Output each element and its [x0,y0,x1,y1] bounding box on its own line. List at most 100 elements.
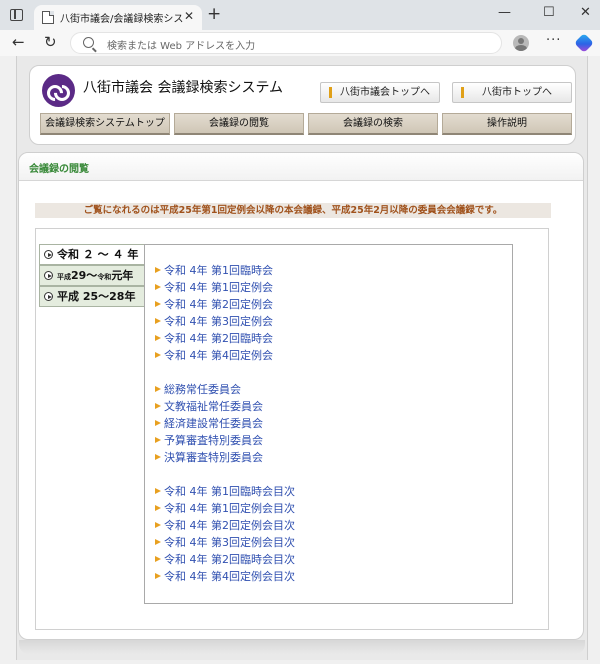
arrow-icon [155,522,161,528]
tab-title: 八街市議会/会議録検索システム [60,14,184,25]
year-tab-era: 平成 [57,273,71,281]
index-list: 令和 4年 第1回臨時会目次 令和 4年 第1回定例会目次 令和 4年 第2回定… [155,483,295,585]
index-link-label: 令和 4年 第1回定例会目次 [164,502,295,515]
menu-tab-search[interactable]: 会議録の検索 [308,113,438,135]
committee-link[interactable]: 総務常任委員会 [155,381,263,398]
committee-link[interactable]: 経済建設常任委員会 [155,415,263,432]
menu-tab-help[interactable]: 操作説明 [442,113,572,135]
address-bar[interactable]: 検索または Web アドレスを入力 [70,32,502,54]
index-link-label: 令和 4年 第2回定例会目次 [164,519,295,532]
session-link-label: 令和 4年 第2回臨時会 [164,332,273,345]
year-tab-label: 令和 ２ ～ ４ 年 [57,248,139,261]
session-link[interactable]: 令和 4年 第1回臨時会 [155,262,273,279]
index-link[interactable]: 令和 4年 第3回定例会目次 [155,534,295,551]
year-nav: 令和 ２ ～ ４ 年 平成29～令和元年 平成 25～28年 [39,244,146,307]
maximize-icon[interactable]: ☐ [543,4,555,22]
back-icon[interactable]: ← [12,32,25,52]
reload-icon[interactable]: ↻ [44,32,57,52]
index-link[interactable]: 令和 4年 第4回定例会目次 [155,568,295,585]
committee-link[interactable]: 予算審査特別委員会 [155,432,263,449]
play-icon [44,271,53,280]
index-link[interactable]: 令和 4年 第2回臨時会目次 [155,551,295,568]
committee-link-label: 文教福祉常任委員会 [164,400,263,413]
index-link-label: 令和 4年 第2回臨時会目次 [164,553,295,566]
committee-link-label: 決算審査特別委員会 [164,451,263,464]
year-tab-label: 平成 25～28年 [57,290,136,303]
committee-link-label: 予算審査特別委員会 [164,434,263,447]
committee-link[interactable]: 決算審査特別委員会 [155,449,263,466]
play-icon [44,250,53,259]
index-link[interactable]: 令和 4年 第1回臨時会目次 [155,483,295,500]
availability-notice: ご覧になれるのは平成25年第1回定例会以降の本会議録、平成25年2月以降の委員会… [35,203,551,218]
page-favicon-icon [42,11,54,24]
sidebar-toggle-icon[interactable] [10,9,23,21]
index-link[interactable]: 令和 4年 第1回定例会目次 [155,500,295,517]
committee-link[interactable]: 文教福祉常任委員会 [155,398,263,415]
arrow-icon [155,488,161,494]
meetings-pane: 令和 4年 第1回臨時会 令和 4年 第1回定例会 令和 4年 第2回定例会 令… [144,244,513,604]
committee-link-label: 経済建設常任委員会 [164,417,263,430]
arrow-icon [155,352,161,358]
year-tab-h25-h28[interactable]: 平成 25～28年 [39,286,146,307]
session-link[interactable]: 令和 4年 第1回定例会 [155,279,273,296]
arrow-icon [155,539,161,545]
session-link-label: 令和 4年 第2回定例会 [164,298,273,311]
address-placeholder: 検索または Web アドレスを入力 [107,41,256,52]
arrow-icon [155,403,161,409]
profile-icon[interactable] [513,35,529,51]
browser-title-bar: 八街市議会/会議録検索システム ✕ + — ☐ ✕ [0,0,600,30]
search-icon [83,37,94,48]
browse-panel: 会議録の閲覧 ご覧になれるのは平成25年第1回定例会以降の本会議録、平成25年2… [18,152,584,640]
index-link-label: 令和 4年 第3回定例会目次 [164,536,295,549]
session-link-label: 令和 4年 第1回定例会 [164,281,273,294]
session-link-label: 令和 4年 第1回臨時会 [164,264,273,277]
copilot-icon[interactable] [574,33,594,53]
menu-tab-browse[interactable]: 会議録の閲覧 [174,113,304,135]
arrow-icon [155,420,161,426]
year-tab-era2: 令和 [97,273,112,281]
close-window-icon[interactable]: ✕ [580,4,591,22]
arrow-icon [155,267,161,273]
panel-bottom-shadow [19,640,585,654]
session-link[interactable]: 令和 4年 第3回定例会 [155,313,273,330]
arrow-icon [155,386,161,392]
arrow-icon [155,284,161,290]
council-top-link[interactable]: 八街市議会トップへ [320,82,440,103]
menu-tab-system-top[interactable]: 会議録検索システムトップ [40,113,170,135]
new-tab-icon[interactable]: + [207,5,221,23]
play-icon [44,292,53,301]
city-top-link[interactable]: 八街市トップへ [452,82,572,103]
browse-box: 令和 ２ ～ ４ 年 平成29～令和元年 平成 25～28年 令和 4年 第1回… [35,228,549,630]
city-logo-icon[interactable] [42,74,75,107]
session-link[interactable]: 令和 4年 第2回臨時会 [155,330,273,347]
year-tab-h29-r1[interactable]: 平成29～令和元年 [39,265,146,286]
browser-tab[interactable]: 八街市議会/会議録検索システム ✕ [34,5,202,30]
link-marker-icon [461,87,464,98]
committee-link-label: 総務常任委員会 [164,383,241,396]
arrow-icon [155,318,161,324]
session-link-label: 令和 4年 第3回定例会 [164,315,273,328]
session-link[interactable]: 令和 4年 第2回定例会 [155,296,273,313]
index-link[interactable]: 令和 4年 第2回定例会目次 [155,517,295,534]
minimize-icon[interactable]: — [498,4,511,22]
site-title: 八街市議会 会議録検索システム [83,80,284,96]
index-link-label: 令和 4年 第4回定例会目次 [164,570,295,583]
tab-close-icon[interactable]: ✕ [184,9,194,23]
year-tab-r2-r4[interactable]: 令和 ２ ～ ４ 年 [39,244,146,265]
site-header: 八街市議会 会議録検索システム 八街市議会トップへ 八街市トップへ 会議録検索シ… [29,65,576,145]
council-top-link-label: 八街市議会トップへ [340,87,430,98]
year-tab-num: 29～ [71,269,98,282]
session-link-label: 令和 4年 第4回定例会 [164,349,273,362]
section-header: 会議録の閲覧 [19,153,583,181]
link-marker-icon [329,87,332,98]
city-top-link-label: 八街市トップへ [482,87,552,98]
page-viewport: 八街市議会 会議録検索システム 八街市議会トップへ 八街市トップへ 会議録検索シ… [16,56,588,660]
index-link-label: 令和 4年 第1回臨時会目次 [164,485,295,498]
arrow-icon [155,573,161,579]
session-list: 令和 4年 第1回臨時会 令和 4年 第1回定例会 令和 4年 第2回定例会 令… [155,262,273,364]
more-options-icon[interactable]: ··· [546,33,561,48]
arrow-icon [155,335,161,341]
arrow-icon [155,454,161,460]
browser-toolbar: ← ↻ 検索または Web アドレスを入力 ··· [0,30,600,56]
session-link[interactable]: 令和 4年 第4回定例会 [155,347,273,364]
